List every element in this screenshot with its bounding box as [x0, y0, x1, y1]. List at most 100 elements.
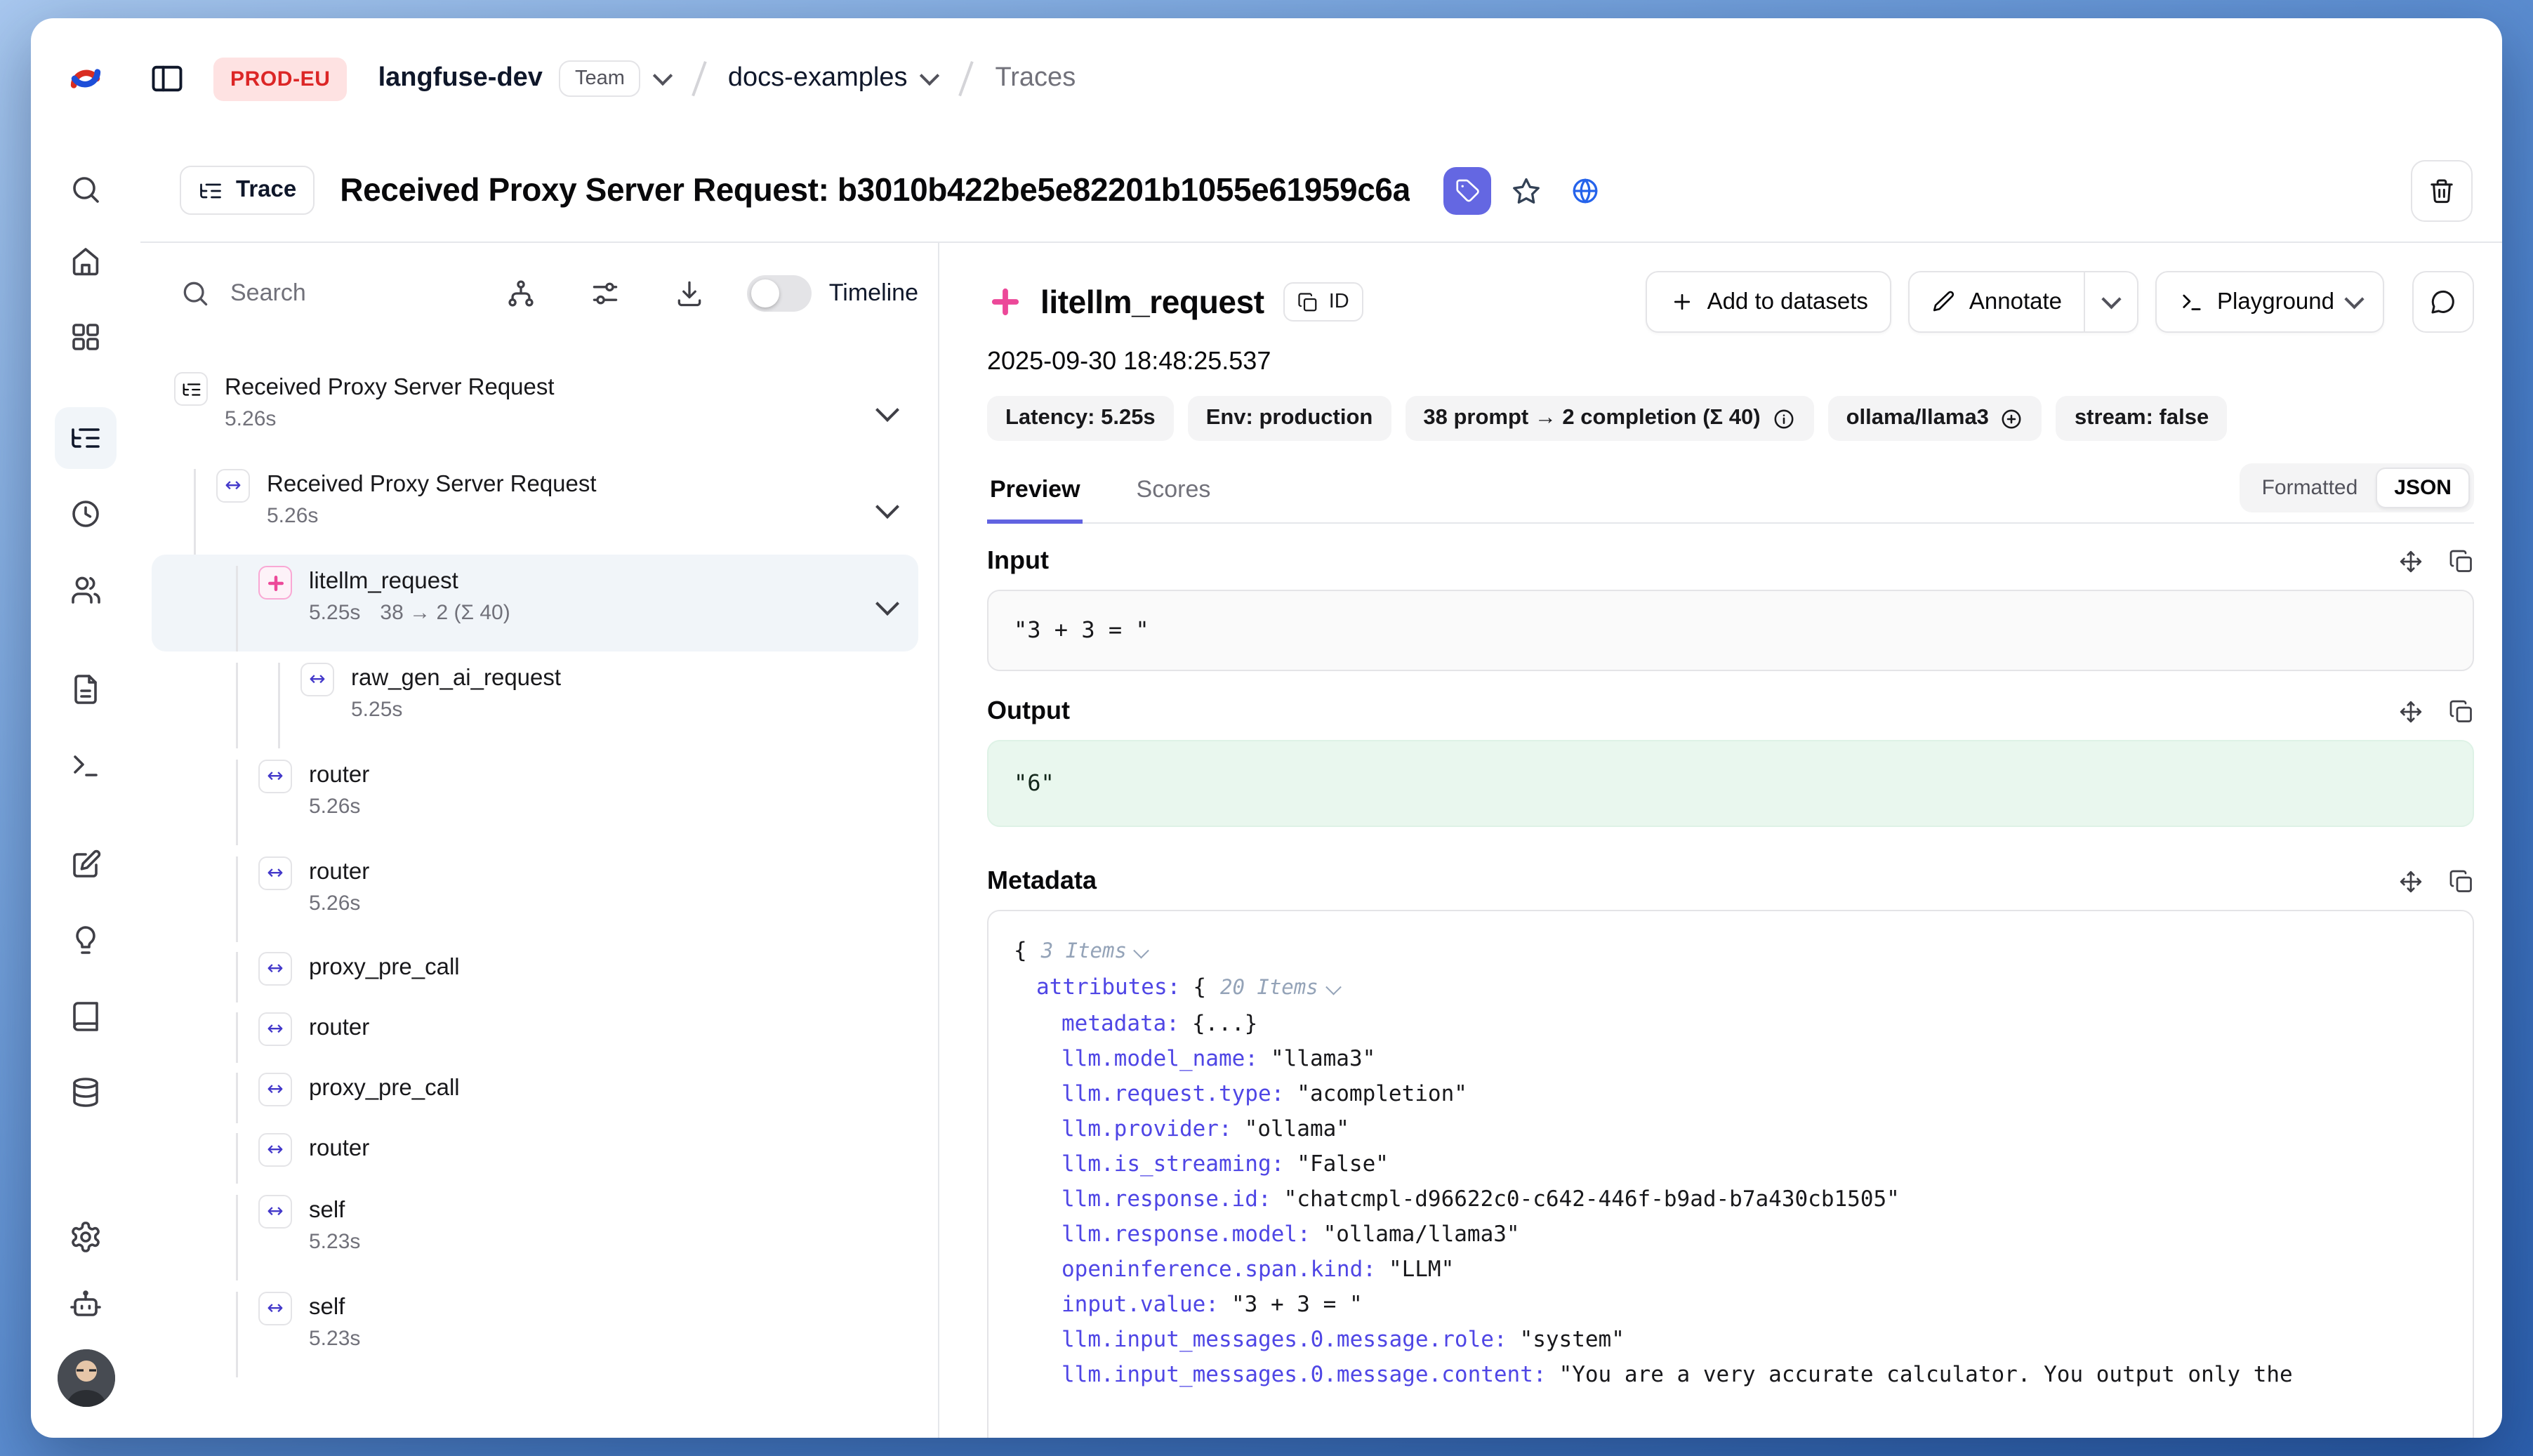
avatar-photo	[57, 1349, 114, 1407]
chevron-down-icon[interactable]	[875, 397, 899, 421]
rail-tracing-button[interactable]	[52, 400, 119, 476]
info-icon[interactable]	[1772, 406, 1796, 430]
tree-guide	[216, 1292, 258, 1377]
tree-guide	[216, 1073, 258, 1123]
expand-button[interactable]	[2398, 868, 2423, 894]
format-formatted-button[interactable]: Formatted	[2244, 467, 2376, 508]
expand-button[interactable]	[2398, 699, 2423, 724]
span-arrows-icon: ↔	[225, 476, 241, 496]
format-json-button[interactable]: JSON	[2376, 467, 2470, 508]
chevron-down-icon	[2344, 290, 2363, 309]
span-label: self	[309, 1292, 360, 1323]
comment-bubble-icon	[2429, 288, 2457, 316]
langfuse-logo[interactable]	[65, 58, 107, 100]
copy-button[interactable]	[2449, 868, 2474, 894]
span-label: router	[309, 1133, 369, 1164]
breadcrumb-traces-link[interactable]: Traces	[995, 63, 1076, 94]
gear-icon	[69, 1220, 102, 1254]
annotate-dropdown-button[interactable]	[2084, 272, 2137, 331]
span-chip: ↔	[258, 952, 292, 986]
span-chip: ↔	[258, 1012, 292, 1046]
add-to-datasets-button[interactable]: Add to datasets	[1646, 271, 1892, 333]
json-collapse-toggle[interactable]: 20 Items	[1220, 977, 1339, 1000]
json-line: input.value:"3 + 3 = "	[1014, 1288, 2447, 1323]
tree-row-span[interactable]: ↔ proxy_pre_call	[152, 1063, 918, 1123]
rail-sessions-button[interactable]	[52, 476, 119, 552]
lightbulb-icon	[69, 924, 102, 958]
breadcrumb-separator	[692, 61, 706, 96]
plus-circle-icon[interactable]	[2000, 406, 2024, 430]
input-section-header: Input	[987, 546, 2474, 576]
copy-button[interactable]	[2449, 699, 2474, 724]
observation-title: litellm_request	[1040, 283, 1264, 321]
json-line: metadata:{...}	[1014, 1007, 2447, 1042]
org-switcher[interactable]: langfuse-dev Team	[348, 60, 670, 97]
timeline-toggle[interactable]	[748, 275, 812, 312]
playground-label: Playground	[2217, 289, 2334, 315]
json-line: attributes:{20 Items	[1014, 970, 2447, 1007]
tab-scores[interactable]: Scores	[1134, 461, 1214, 524]
database-icon	[69, 1076, 102, 1109]
chevron-down-icon[interactable]	[875, 494, 899, 518]
user-avatar[interactable]	[57, 1349, 114, 1407]
rail-home-button[interactable]	[52, 223, 119, 299]
chevron-down-icon[interactable]	[875, 591, 899, 615]
tree-row-litellm-request[interactable]: litellm_request5.25s38 → 2 (Σ 40)	[152, 555, 918, 651]
expand-button[interactable]	[2398, 548, 2423, 574]
span-chip: ↔	[258, 1133, 292, 1167]
bookmark-star-button[interactable]	[1503, 166, 1551, 214]
delete-trace-button[interactable]	[2411, 159, 2473, 221]
tree-row-span[interactable]: ↔ router	[152, 1123, 918, 1184]
json-collapse-toggle[interactable]: 3 Items	[1041, 941, 1147, 963]
rail-evaluation-button[interactable]	[52, 827, 119, 903]
tab-preview[interactable]: Preview	[987, 461, 1083, 524]
rail-settings-button[interactable]	[52, 1203, 119, 1271]
tree-row-span[interactable]: ↔ Received Proxy Server Request5.26s	[152, 458, 918, 555]
collapse-tree-button[interactable]	[506, 278, 537, 309]
annotate-button[interactable]: Annotate	[1910, 272, 2083, 331]
rail-dashboards-button[interactable]	[52, 299, 119, 375]
rail-playground-button[interactable]	[52, 727, 119, 803]
rail-prompts-button[interactable]	[52, 651, 119, 727]
comments-button[interactable]	[2412, 271, 2474, 333]
project-switcher[interactable]: docs-examples	[728, 63, 937, 94]
rail-support-button[interactable]	[52, 1271, 119, 1338]
tree-guide	[174, 469, 216, 555]
copy-button[interactable]	[2449, 548, 2474, 574]
playground-button[interactable]: Playground	[2155, 271, 2384, 333]
id-chip-label: ID	[1329, 291, 1349, 313]
sidebar-toggle-button[interactable]	[140, 52, 194, 105]
tree-guide	[174, 566, 216, 651]
tags-button[interactable]	[1444, 166, 1492, 214]
tree-row-span[interactable]: ↔ router	[152, 1002, 918, 1063]
json-line: openinference.span.kind:"LLM"	[1014, 1252, 2447, 1288]
tree-row-span[interactable]: ↔ raw_gen_ai_request5.25s	[152, 651, 918, 748]
rail-users-button[interactable]	[52, 552, 119, 628]
span-arrows-icon: ↔	[267, 1080, 283, 1099]
tree-row-span[interactable]: ↔ self5.23s	[152, 1184, 918, 1280]
span-duration: 5.25s	[351, 696, 402, 724]
rail-search-button[interactable]	[52, 156, 119, 223]
rail-annotation-button[interactable]	[52, 979, 119, 1054]
download-button[interactable]	[675, 278, 706, 309]
tree-search-input[interactable]: Search	[180, 278, 453, 309]
metadata-section-actions	[2398, 868, 2474, 894]
tree-row-span[interactable]: ↔ router5.26s	[152, 845, 918, 942]
users-icon	[69, 573, 102, 607]
terminal-icon	[2179, 289, 2204, 315]
rail-datasets-button[interactable]	[52, 1054, 119, 1130]
rail-insights-button[interactable]	[52, 903, 119, 979]
copy-icon	[2449, 868, 2474, 894]
download-icon	[675, 278, 706, 309]
output-heading: Output	[987, 696, 1070, 726]
tree-row-span[interactable]: ↔ router5.26s	[152, 748, 918, 845]
span-tree: Received Proxy Server Request5.26s ↔ Rec…	[152, 361, 918, 1438]
tree-row-span[interactable]: ↔ proxy_pre_call	[152, 942, 918, 1002]
output-section-header: Output	[987, 696, 2474, 726]
view-options-button[interactable]	[590, 278, 621, 309]
tree-row-trace-root[interactable]: Received Proxy Server Request5.26s	[152, 361, 918, 458]
tree-row-span[interactable]: ↔ self5.23s	[152, 1280, 918, 1377]
copy-id-button[interactable]: ID	[1284, 282, 1363, 322]
public-share-button[interactable]	[1562, 166, 1610, 214]
move-expand-icon	[2398, 699, 2423, 724]
